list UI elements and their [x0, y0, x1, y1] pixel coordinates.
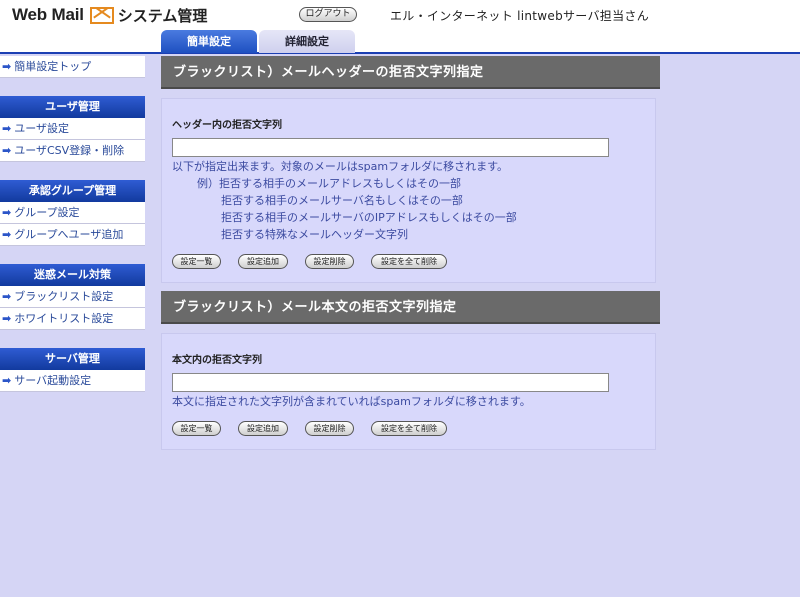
system-title: システム管理: [117, 6, 208, 25]
logout-button[interactable]: ログアウト: [299, 7, 357, 22]
sidebar: ➡ 簡単設定トップ ユーザ管理 ➡ ユーザ設定 ➡ ユーザCSV登録・削除 承認グルー…: [0, 56, 145, 392]
sidebar-item-label: ユーザCSV登録・削除: [14, 144, 125, 157]
user-name: エル・インターネット lintwebサーバ担当さん: [390, 9, 649, 23]
tab-detailed-settings[interactable]: 詳細設定: [259, 30, 355, 53]
header-filter-input[interactable]: [172, 138, 609, 157]
section-title-body-filter: ブラックリスト）メール本文の拒否文字列指定: [161, 291, 660, 324]
example-line: 拒否する特殊なメールヘッダー文字列: [221, 228, 408, 241]
header-filter-panel: ヘッダー内の拒否文字列 以下が指定出来ます。対象のメールはspamフォルダに移さ…: [161, 98, 656, 283]
body-filter-button-row: 設定一覧 設定追加 設定削除 設定を全て削除: [172, 421, 645, 436]
header-filter-note: 以下が指定出来ます。対象のメールはspamフォルダに移されます。: [172, 160, 508, 173]
envelope-icon: [89, 6, 114, 24]
body-filter-note: 本文に指定された文字列が含まれていればspamフォルダに移されます。: [172, 395, 531, 408]
sidebar-item-group-add-user[interactable]: ➡ グループへユーザ追加: [0, 224, 145, 246]
sidebar-item-blacklist[interactable]: ➡ ブラックリスト設定: [0, 286, 145, 308]
body-filter-label: 本文内の拒否文字列: [172, 355, 262, 366]
tab-simple-settings[interactable]: 簡単設定: [161, 30, 257, 53]
sidebar-item-label: ブラックリスト設定: [14, 290, 114, 303]
sidebar-heading-server-management: サーバ管理: [0, 348, 145, 370]
sidebar-item-whitelist[interactable]: ➡ ホワイトリスト設定: [0, 308, 145, 330]
body-filter-input[interactable]: [172, 373, 609, 392]
arrow-right-icon: ➡: [2, 228, 12, 241]
delete-all-settings-button[interactable]: 設定を全て削除: [371, 254, 447, 269]
list-settings-button[interactable]: 設定一覧: [172, 421, 221, 436]
sidebar-item-server-startup[interactable]: ➡ サーバ起動設定: [0, 370, 145, 392]
main-content: ブラックリスト）メールヘッダーの拒否文字列指定 ヘッダー内の拒否文字列 以下が指…: [161, 56, 660, 450]
sidebar-item-label: サーバ起動設定: [14, 374, 92, 387]
arrow-right-icon: ➡: [2, 290, 12, 303]
sidebar-heading-approval-group: 承認グループ管理: [0, 180, 145, 202]
header-filter-label: ヘッダー内の拒否文字列: [172, 120, 282, 131]
header-filter-button-row: 設定一覧 設定追加 設定削除 設定を全て削除: [172, 254, 645, 269]
example-line: 例）拒否する相手のメールアドレスもしくはその一部: [197, 177, 461, 190]
arrow-right-icon: ➡: [2, 122, 12, 135]
app-logo: Web Mail システム管理: [12, 4, 207, 26]
sidebar-item-label: 簡単設定トップ: [14, 60, 92, 73]
sidebar-item-label: ユーザ設定: [14, 122, 69, 135]
add-setting-button[interactable]: 設定追加: [238, 421, 288, 436]
sidebar-item-user-settings[interactable]: ➡ ユーザ設定: [0, 118, 145, 140]
sidebar-item-label: グループへユーザ追加: [14, 228, 124, 241]
section-title-header-filter: ブラックリスト）メールヘッダーの拒否文字列指定: [161, 56, 660, 89]
body-filter-panel: 本文内の拒否文字列 本文に指定された文字列が含まれていればspamフォルダに移さ…: [161, 333, 656, 450]
sidebar-heading-user-management: ユーザ管理: [0, 96, 145, 118]
list-settings-button[interactable]: 設定一覧: [172, 254, 221, 269]
sidebar-item-user-csv[interactable]: ➡ ユーザCSV登録・削除: [0, 140, 145, 162]
example-line: 拒否する相手のメールサーバ名もしくはその一部: [221, 194, 463, 207]
sidebar-item-simple-top[interactable]: ➡ 簡単設定トップ: [0, 56, 145, 78]
example-line: 拒否する相手のメールサーバのIPアドレスもしくはその一部: [221, 211, 517, 224]
sidebar-heading-spam-measures: 迷惑メール対策: [0, 264, 145, 286]
arrow-right-icon: ➡: [2, 312, 12, 325]
sidebar-item-label: グループ設定: [14, 206, 80, 219]
delete-all-settings-button[interactable]: 設定を全て削除: [371, 421, 447, 436]
delete-setting-button[interactable]: 設定削除: [305, 254, 354, 269]
delete-setting-button[interactable]: 設定削除: [305, 421, 354, 436]
add-setting-button[interactable]: 設定追加: [238, 254, 288, 269]
sidebar-item-label: ホワイトリスト設定: [14, 312, 114, 325]
top-header: Web Mail システム管理 ログアウト エル・インターネット lintweb…: [0, 0, 800, 54]
arrow-right-icon: ➡: [2, 144, 12, 157]
arrow-right-icon: ➡: [2, 206, 12, 219]
arrow-right-icon: ➡: [2, 60, 12, 73]
arrow-right-icon: ➡: [2, 374, 12, 387]
logo-text: Web Mail: [12, 5, 84, 24]
sidebar-item-group-settings[interactable]: ➡ グループ設定: [0, 202, 145, 224]
